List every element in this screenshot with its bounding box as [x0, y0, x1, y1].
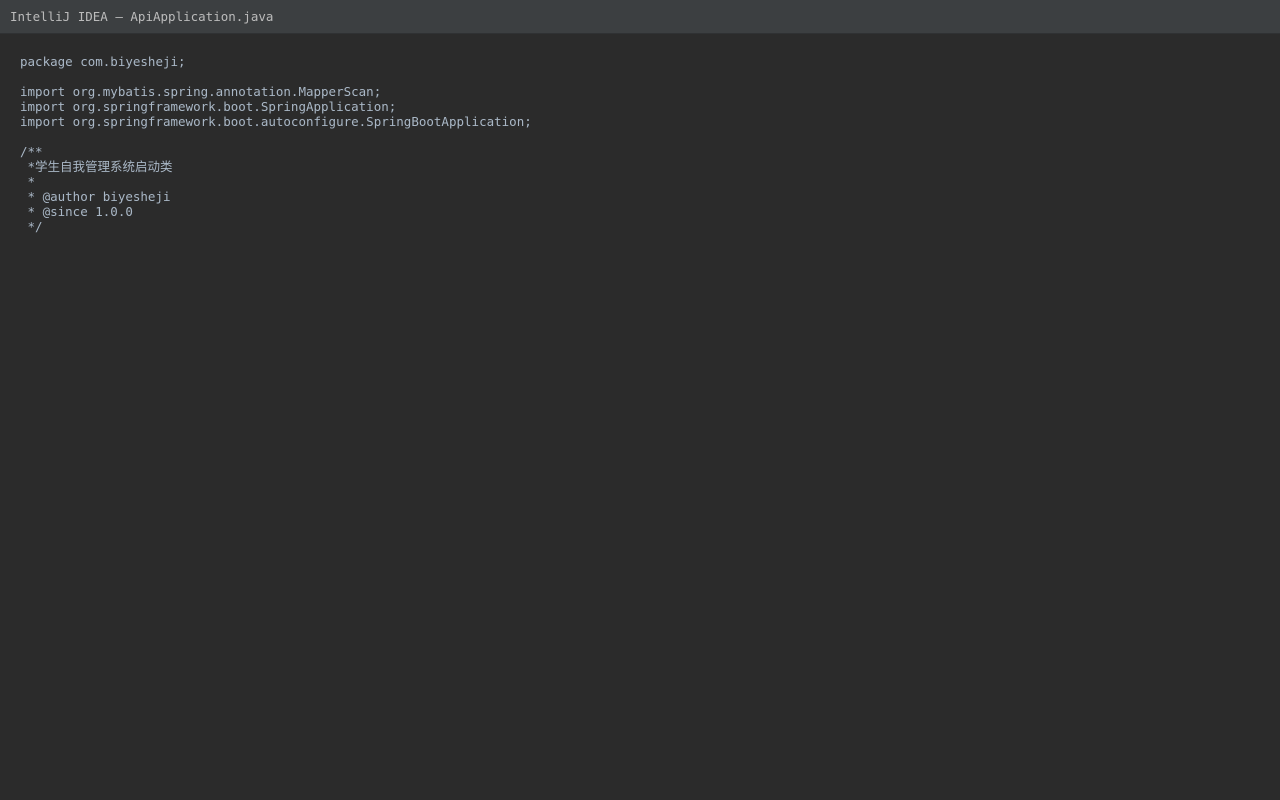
code-line-5[interactable]: import org.springframework.boot.autoconf…: [20, 114, 1280, 129]
code-line-1[interactable]: package com.biyesheji;: [20, 54, 1280, 69]
code-line-9[interactable]: *: [20, 174, 1280, 189]
code-line-12[interactable]: */: [20, 219, 1280, 234]
code-line-2[interactable]: [20, 69, 1280, 84]
code-editor[interactable]: package com.biyesheji; import org.mybati…: [0, 34, 1280, 800]
code-line-8[interactable]: *学生自我管理系统启动类: [20, 159, 1280, 174]
code-line-6[interactable]: [20, 129, 1280, 144]
title-bar: IntelliJ IDEA — ApiApplication.java: [0, 0, 1280, 34]
code-line-4[interactable]: import org.springframework.boot.SpringAp…: [20, 99, 1280, 114]
code-line-10[interactable]: * @author biyesheji: [20, 189, 1280, 204]
code-line-7[interactable]: /**: [20, 144, 1280, 159]
window-title: IntelliJ IDEA — ApiApplication.java: [10, 9, 274, 24]
ide-window: IntelliJ IDEA — ApiApplication.java pack…: [0, 0, 1280, 800]
code-line-11[interactable]: * @since 1.0.0: [20, 204, 1280, 219]
code-line-3[interactable]: import org.mybatis.spring.annotation.Map…: [20, 84, 1280, 99]
